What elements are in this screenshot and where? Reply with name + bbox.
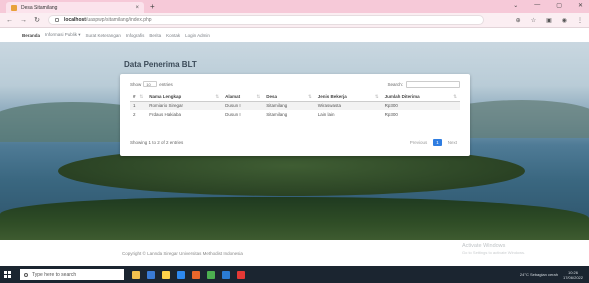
taskbar-clock[interactable]: 10:26 17/06/2022 bbox=[563, 270, 583, 280]
entries-select[interactable]: 10 bbox=[143, 81, 158, 87]
table-search: Search: bbox=[387, 80, 460, 88]
col-desa[interactable]: Desa ⇅ bbox=[263, 92, 315, 102]
taskbar-search-input[interactable]: Type here to search bbox=[20, 269, 124, 280]
weather-widget[interactable]: 24°C Sebagian cerah bbox=[520, 272, 558, 277]
start-button[interactable] bbox=[0, 266, 14, 283]
nav-informasi-publik[interactable]: Informasi Publik ▾ bbox=[45, 32, 81, 38]
cell: Sitamilang bbox=[263, 101, 315, 110]
pager-previous-button[interactable]: Previous bbox=[407, 139, 431, 146]
browser-tab-bar: Desa Sitamilang × + ⌄ — ▢ ✕ bbox=[0, 0, 589, 13]
bookmark-star-icon[interactable]: ☆ bbox=[531, 17, 536, 24]
tab-close-icon[interactable]: × bbox=[135, 5, 139, 11]
cell: Frdaus Hakiaba bbox=[149, 112, 182, 117]
search-label: Search: bbox=[387, 81, 403, 87]
cell: Romiario Siregar bbox=[146, 101, 223, 110]
col-number[interactable]: # ⇅ bbox=[130, 92, 147, 102]
windows-taskbar: Type here to search 24°C Sebagian cerah … bbox=[0, 266, 589, 283]
cell: Dusun I bbox=[225, 112, 241, 117]
tab-search-icon[interactable]: ⌄ bbox=[513, 2, 518, 9]
taskbar-app-icon[interactable] bbox=[207, 270, 215, 279]
menu-kebab-icon[interactable]: ⋮ bbox=[577, 17, 583, 24]
zoom-icon[interactable]: ⊕ bbox=[516, 17, 521, 24]
pager-page-1[interactable]: 1 bbox=[433, 138, 442, 146]
url-input[interactable]: localhost/uaspwp/sitamilang/index.php bbox=[48, 15, 484, 25]
col-jenis-bekerja[interactable]: Jenis Bekerja ⇅ bbox=[314, 92, 382, 102]
taskbar-search-placeholder: Type here to search bbox=[32, 271, 77, 278]
taskbar-app-icon[interactable] bbox=[132, 270, 140, 279]
extensions-icon[interactable]: ▣ bbox=[546, 17, 552, 24]
cell: 1 bbox=[130, 101, 147, 110]
search-icon bbox=[24, 272, 28, 277]
maximize-button[interactable]: ▢ bbox=[556, 2, 562, 9]
browser-tab[interactable]: Desa Sitamilang × bbox=[6, 2, 144, 13]
data-table-card: Show 10 entries Search: # ⇅ Nama Lengkap ⇅… bbox=[120, 74, 470, 156]
cell: Rp300 bbox=[381, 101, 460, 110]
taskbar-app-icon[interactable] bbox=[192, 270, 200, 279]
back-button[interactable]: ← bbox=[6, 17, 13, 24]
cell: Dusun I bbox=[222, 101, 264, 110]
activate-windows-subtitle: Go to Settings to activate Windows. bbox=[462, 250, 526, 255]
foreground-hills bbox=[0, 197, 589, 240]
table-row: 2 Frdaus Hakiaba Dusun I Sitamilang Lain… bbox=[130, 110, 460, 119]
nav-login-admin[interactable]: Login Admin bbox=[185, 33, 210, 38]
table-controls: Show 10 entries Search: bbox=[130, 80, 460, 88]
reload-button[interactable]: ↻ bbox=[34, 16, 40, 24]
pagination: Previous 1 Next bbox=[407, 138, 460, 146]
entries-label: entries bbox=[159, 81, 173, 87]
toolbar-icons: ⊕ ☆ ▣ ◉ ⋮ bbox=[516, 17, 583, 24]
table-info: Showing 1 to 2 of 2 entries bbox=[130, 139, 184, 145]
cell: 2 bbox=[133, 112, 136, 117]
favicon-icon bbox=[11, 4, 17, 11]
taskbar-app-icon[interactable] bbox=[147, 270, 155, 279]
table-header-row: # ⇅ Nama Lengkap ⇅ Alamat ⇅ Desa ⇅ Jenis Bek… bbox=[130, 92, 460, 102]
page-title: Data Penerima BLT bbox=[124, 60, 197, 69]
tab-title: Desa Sitamilang bbox=[21, 4, 58, 11]
search-input[interactable] bbox=[406, 80, 460, 88]
nav-infografis[interactable]: Infografis bbox=[126, 33, 145, 38]
close-window-button[interactable]: ✕ bbox=[578, 2, 583, 9]
forward-button[interactable]: → bbox=[20, 17, 27, 24]
taskbar-app-icon[interactable] bbox=[162, 270, 170, 279]
col-jumlah-diterima[interactable]: Jumlah Diterima ⇅ bbox=[381, 92, 460, 102]
nav-berita[interactable]: Berita bbox=[149, 33, 161, 38]
taskbar-apps bbox=[132, 270, 245, 279]
taskbar-app-icon[interactable] bbox=[222, 270, 230, 279]
url-host: localhost bbox=[64, 17, 86, 23]
page-footer: Copyright © Lannda Siregar Universitas M… bbox=[0, 240, 589, 266]
nav-home-link[interactable]: Beranda bbox=[22, 33, 40, 38]
col-alamat[interactable]: Alamat ⇅ bbox=[222, 92, 264, 102]
system-tray: 24°C Sebagian cerah 10:26 17/06/2022 bbox=[520, 270, 589, 280]
cell: Lain lain bbox=[317, 112, 335, 117]
new-tab-button[interactable]: + bbox=[150, 2, 155, 12]
address-bar-row: ← → ↻ localhost/uaspwp/sitamilang/index.… bbox=[0, 13, 589, 28]
activate-windows-title: Activate Windows bbox=[462, 243, 506, 249]
cell: Wiraswasta bbox=[314, 101, 382, 110]
col-nama-lengkap[interactable]: Nama Lengkap ⇅ bbox=[146, 92, 223, 102]
blt-table: # ⇅ Nama Lengkap ⇅ Alamat ⇅ Desa ⇅ Jenis Bek… bbox=[130, 92, 460, 119]
window-controls: ⌄ — ▢ ✕ bbox=[513, 2, 583, 9]
url-text: localhost/uaspwp/sitamilang/index.php bbox=[64, 17, 152, 23]
pager-next-button[interactable]: Next bbox=[445, 139, 460, 146]
cell: Sitamilang bbox=[266, 112, 288, 117]
table-footer: Showing 1 to 2 of 2 entries Previous 1 N… bbox=[130, 138, 460, 146]
windows-logo-icon bbox=[3, 271, 11, 278]
cell: Rp300 bbox=[384, 112, 398, 117]
info-icon[interactable] bbox=[55, 18, 59, 22]
minimize-button[interactable]: — bbox=[534, 2, 540, 9]
clock-date: 17/06/2022 bbox=[562, 274, 583, 280]
copyright-text: Copyright © Lannda Siregar Universitas M… bbox=[122, 251, 243, 256]
nav-surat-keterangan[interactable]: Surat Keterangan bbox=[86, 33, 121, 38]
url-path: /uaspwp/sitamilang/index.php bbox=[85, 17, 152, 23]
show-label: Show bbox=[130, 81, 142, 87]
nav-kontak[interactable]: Kontak bbox=[166, 33, 180, 38]
taskbar-app-icon[interactable] bbox=[237, 270, 245, 279]
taskbar-app-icon[interactable] bbox=[177, 270, 185, 279]
table-row: 1 Romiario Siregar Dusun I Sitamilang Wi… bbox=[130, 101, 460, 110]
profile-icon[interactable]: ◉ bbox=[562, 17, 567, 24]
site-navbar: Beranda Informasi Publik ▾ Surat Keteran… bbox=[0, 28, 589, 42]
blt-panel: Data Penerima BLT Show 10 entries Search… bbox=[120, 60, 470, 156]
